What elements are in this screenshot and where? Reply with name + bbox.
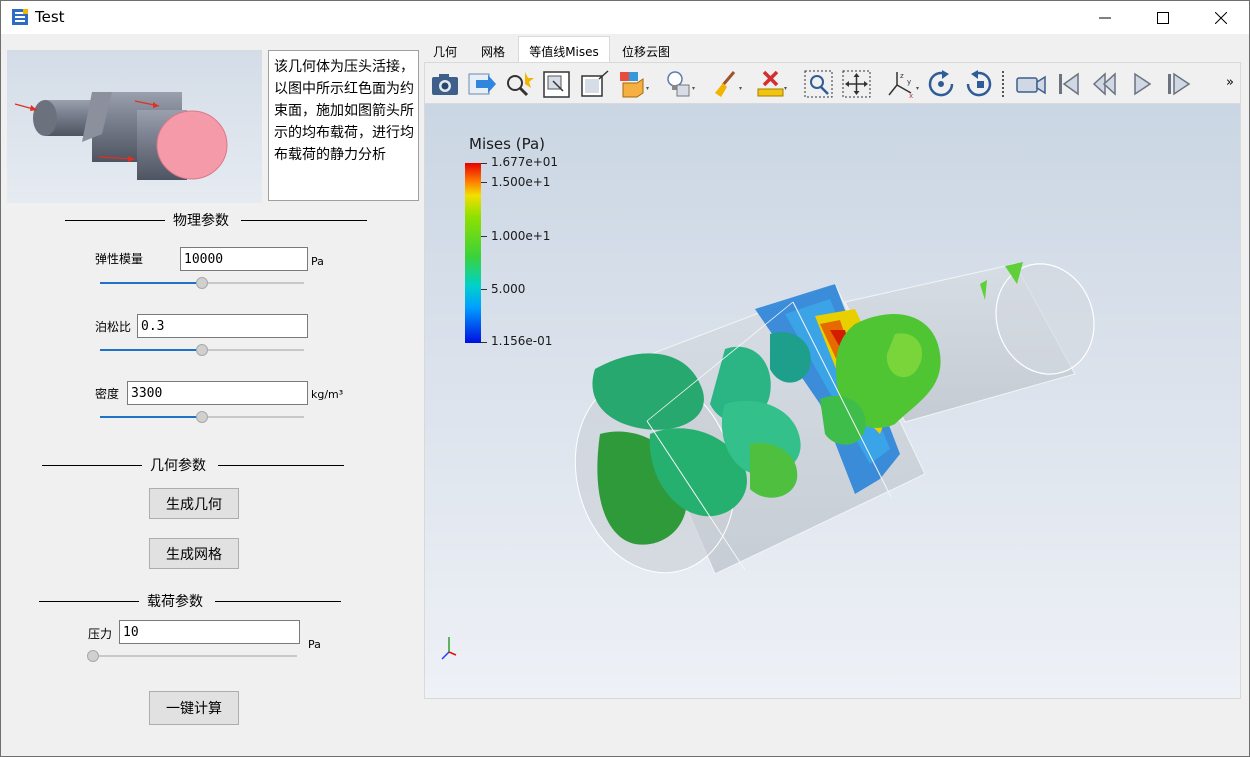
load-section-header: 载荷参数 — [39, 591, 341, 611]
previous-icon[interactable] — [1089, 69, 1121, 99]
lightbulb-icon[interactable] — [663, 69, 695, 99]
view-toolbar: z y x » — [424, 62, 1241, 103]
play-icon[interactable] — [1126, 69, 1158, 99]
ruler-delete-icon[interactable] — [755, 69, 787, 99]
skip-first-icon[interactable] — [1052, 69, 1084, 99]
color-cube-icon[interactable] — [617, 69, 649, 99]
close-icon — [1215, 11, 1227, 24]
pressure-slider[interactable] — [87, 650, 297, 662]
tab-geometry[interactable]: 几何 — [424, 38, 466, 62]
pressure-unit: Pa — [308, 638, 321, 651]
poisson-ratio-input[interactable]: 0.3 — [137, 314, 308, 338]
geometry-description: 该几何体为压头活接，以图中所示红色面为约束面，施加如图箭头所示的均布载荷，进行均… — [268, 50, 419, 201]
pan-icon[interactable] — [841, 69, 873, 99]
maximize-icon — [1157, 11, 1169, 24]
close-button[interactable] — [1192, 1, 1250, 34]
zoom-window-icon[interactable] — [803, 69, 835, 99]
geometry-section-title: 几何参数 — [150, 458, 206, 474]
slider-thumb[interactable] — [196, 277, 208, 289]
slider-thumb[interactable] — [196, 411, 208, 423]
view-tabs: 几何 网格 等值线Mises 位移云图 — [424, 36, 1244, 62]
3d-viewport[interactable]: Mises (Pa) 1.677e+01 1.500e+1 1.000e+1 5… — [424, 103, 1241, 699]
camera-icon[interactable] — [429, 69, 461, 99]
slider-thumb[interactable] — [87, 650, 99, 662]
tab-mesh[interactable]: 网格 — [472, 38, 514, 62]
app-icon — [12, 9, 28, 25]
generate-geometry-button[interactable]: 生成几何 — [149, 488, 239, 519]
poisson-ratio-label: 泊松比 — [95, 320, 132, 334]
density-input[interactable]: 3300 — [127, 381, 308, 405]
elastic-modulus-slider[interactable] — [100, 277, 304, 289]
elastic-modulus-input[interactable]: 10000 — [180, 247, 308, 271]
rotate-cw-icon[interactable] — [925, 69, 957, 99]
svg-text:y: y — [907, 78, 911, 86]
toolbar-separator — [1002, 71, 1004, 97]
density-unit: kg/m³ — [311, 388, 344, 401]
pressure-label: 压力 — [88, 627, 113, 641]
resize-icon[interactable] — [579, 69, 611, 99]
rotate-ccw-icon[interactable] — [963, 69, 995, 99]
window-title: Test — [35, 8, 65, 26]
minimize-button[interactable] — [1076, 1, 1134, 34]
mises-stress-model — [441, 262, 1095, 660]
tab-mises-contour[interactable]: 等值线Mises — [518, 36, 610, 62]
export-icon[interactable] — [466, 69, 498, 99]
poisson-ratio-slider[interactable] — [100, 344, 304, 356]
physics-section-header: 物理参数 — [65, 210, 367, 230]
tab-displacement[interactable]: 位移云图 — [614, 38, 678, 62]
elastic-modulus-label: 弹性模量 — [95, 252, 144, 266]
skip-last-icon[interactable] — [1163, 69, 1195, 99]
density-slider[interactable] — [100, 411, 304, 423]
compute-button[interactable]: 一键计算 — [149, 691, 239, 725]
svg-text:z: z — [900, 72, 904, 80]
fit-box-icon[interactable] — [541, 69, 573, 99]
svg-text:x: x — [909, 92, 913, 99]
load-section-title: 载荷参数 — [147, 594, 203, 610]
geometry-thumbnail — [7, 50, 262, 203]
toolbar-overflow-button[interactable]: » — [1226, 75, 1234, 90]
video-camera-icon[interactable] — [1015, 69, 1047, 99]
minimize-icon — [1099, 17, 1111, 18]
application-window: Test 该几何体为压头活接，以图中所示红色面为约束面，施加如图箭头所示的均布载… — [0, 0, 1250, 757]
title-bar: Test — [1, 1, 1249, 34]
magic-select-icon[interactable] — [503, 69, 535, 99]
generate-mesh-button[interactable]: 生成网格 — [149, 538, 239, 569]
slider-thumb[interactable] — [196, 344, 208, 356]
geometry-preview-image — [14, 92, 228, 180]
axes-icon[interactable]: z y x — [887, 69, 919, 99]
physics-section-title: 物理参数 — [173, 213, 229, 229]
geometry-section-header: 几何参数 — [42, 455, 344, 475]
elastic-modulus-unit: Pa — [311, 255, 324, 268]
maximize-button[interactable] — [1134, 1, 1192, 34]
density-label: 密度 — [95, 387, 120, 401]
paint-brush-icon[interactable] — [710, 69, 742, 99]
pressure-input[interactable]: 10 — [119, 620, 300, 644]
parameter-panel: 该几何体为压头活接，以图中所示红色面为约束面，施加如图箭头所示的均布载荷，进行均… — [1, 34, 423, 756]
